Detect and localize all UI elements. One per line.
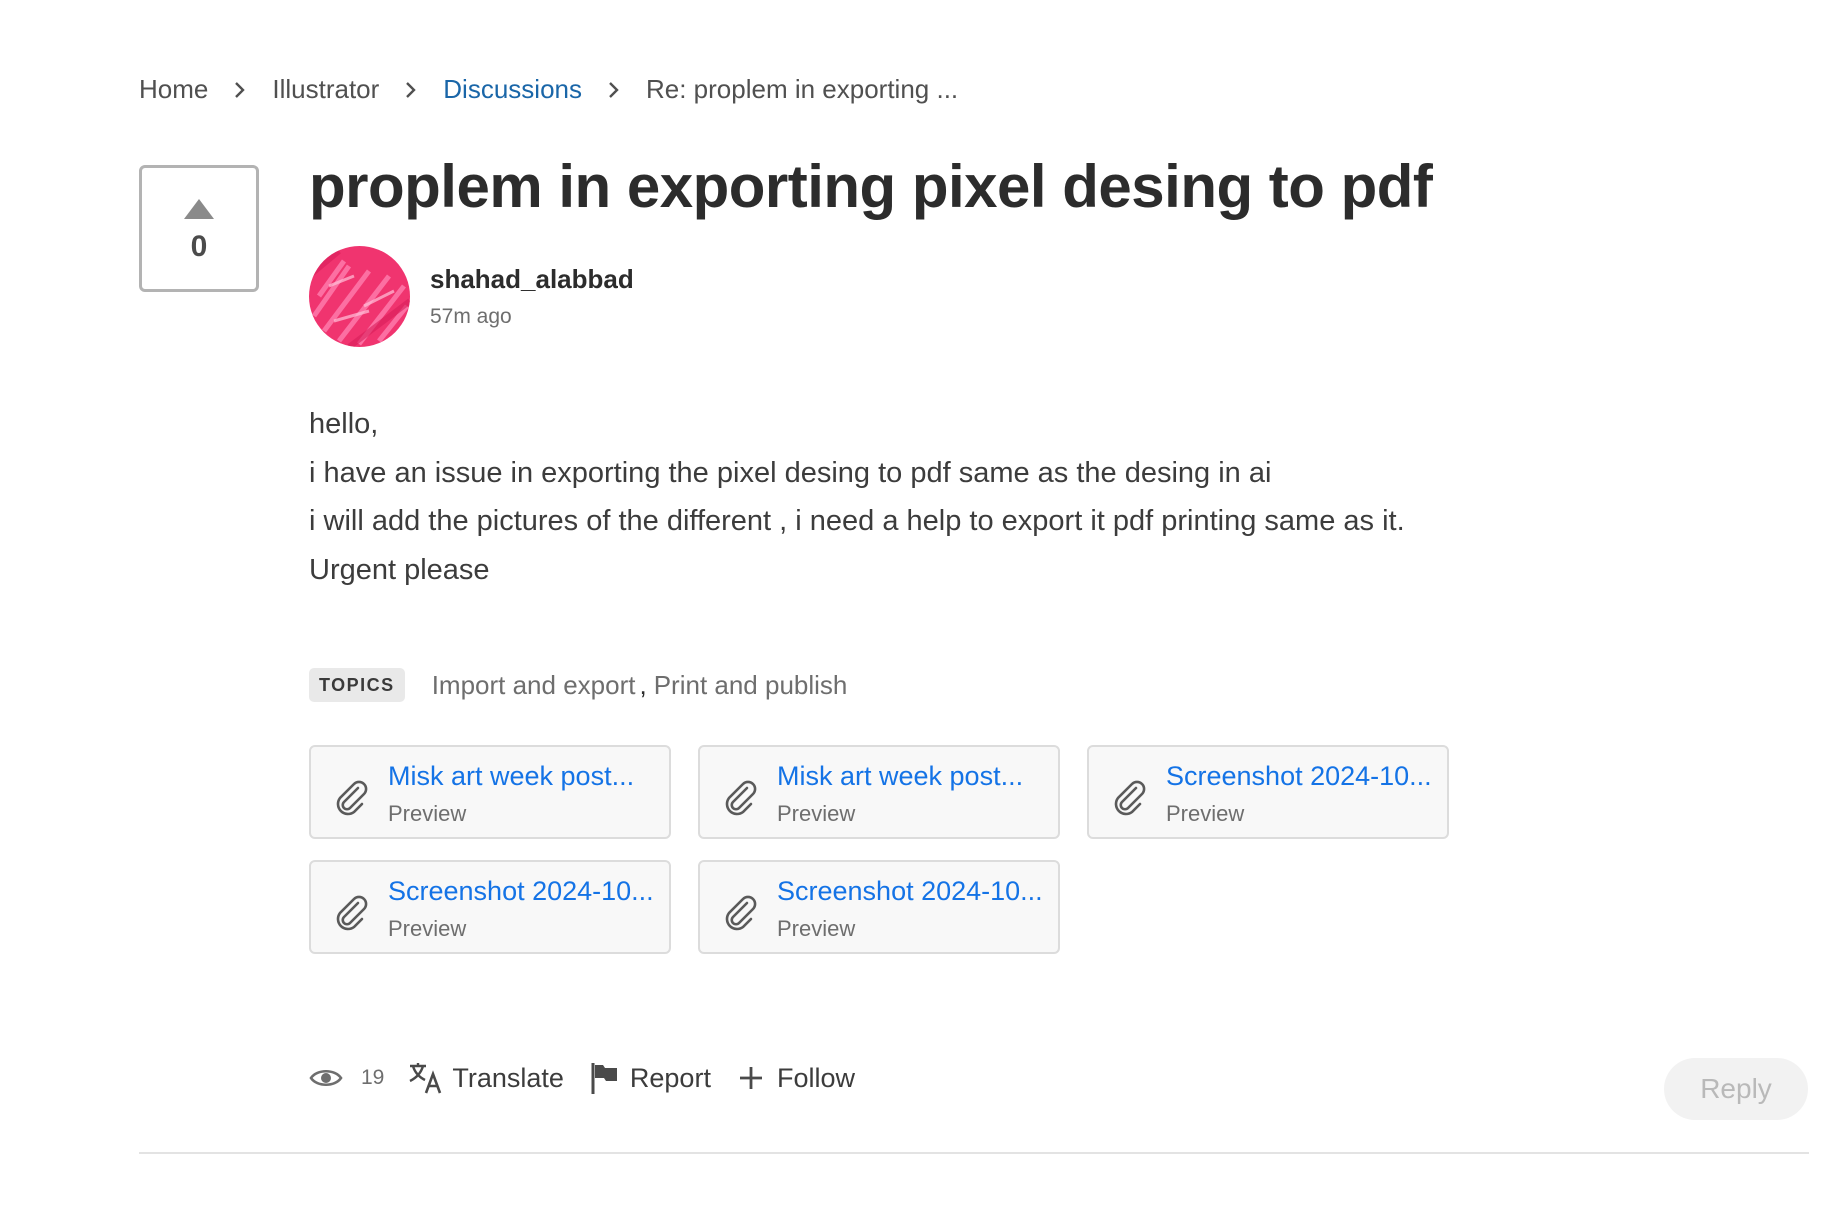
paperclip-icon: [336, 895, 368, 931]
report-button[interactable]: Report: [586, 1060, 711, 1096]
divider: [139, 1152, 1809, 1154]
breadcrumb-illustrator[interactable]: Illustrator: [272, 74, 379, 105]
breadcrumb-home[interactable]: Home: [139, 74, 208, 105]
attachment-name[interactable]: Misk art week post...: [777, 761, 1023, 792]
attachment-card[interactable]: Screenshot 2024-10... Preview: [698, 860, 1060, 954]
topic-link-import-export[interactable]: Import and export: [432, 670, 636, 701]
attachment-card[interactable]: Screenshot 2024-10... Preview: [309, 860, 671, 954]
attachment-preview[interactable]: Preview: [777, 916, 855, 942]
post-actions: 19 Translate Report Follow: [309, 1060, 877, 1096]
paperclip-icon: [725, 780, 757, 816]
topic-link-print-publish[interactable]: Print and publish: [654, 670, 848, 701]
body-line: i have an issue in exporting the pixel d…: [309, 456, 1272, 489]
chevron-right-icon: [228, 78, 252, 102]
attachment-name[interactable]: Screenshot 2024-10...: [388, 876, 654, 907]
translate-icon: [408, 1060, 444, 1096]
author-name[interactable]: shahad_alabbad: [430, 264, 634, 295]
breadcrumb: Home Illustrator Discussions Re: proplem…: [139, 74, 958, 105]
paperclip-icon: [336, 780, 368, 816]
translate-label: Translate: [452, 1062, 564, 1093]
follow-label: Follow: [776, 1062, 855, 1093]
chevron-right-icon: [602, 78, 626, 102]
triangle-up-icon: [184, 198, 214, 219]
eye-icon: [309, 1069, 343, 1087]
avatar[interactable]: [309, 246, 410, 347]
paperclip-icon: [1114, 780, 1146, 816]
views: 19: [309, 1066, 408, 1090]
topics-tag: TOPICS: [309, 668, 405, 702]
paperclip-icon: [725, 895, 757, 931]
reply-button[interactable]: Reply: [1664, 1058, 1808, 1120]
topics: TOPICS Import and export , Print and pub…: [309, 668, 847, 702]
report-label: Report: [629, 1062, 711, 1093]
attachment-name[interactable]: Misk art week post...: [388, 761, 634, 792]
topic-separator: ,: [639, 669, 647, 700]
body-line: i will add the pictures of the different…: [309, 505, 1405, 537]
breadcrumb-current: Re: proplem in exporting ...: [646, 74, 959, 104]
chevron-right-icon: [399, 78, 423, 102]
attachment-card[interactable]: Misk art week post... Preview: [698, 745, 1060, 839]
vote-box: 0: [139, 165, 259, 292]
attachment-preview[interactable]: Preview: [388, 916, 466, 942]
post-body: hello, i have an issue in exporting the …: [309, 400, 1405, 594]
attachment-name[interactable]: Screenshot 2024-10...: [777, 876, 1043, 907]
plus-icon: [733, 1060, 769, 1096]
attachment-name[interactable]: Screenshot 2024-10...: [1166, 761, 1432, 792]
attachment-preview[interactable]: Preview: [388, 801, 466, 827]
breadcrumb-discussions[interactable]: Discussions: [443, 74, 582, 105]
vote-count: 0: [190, 229, 208, 263]
attachment-card[interactable]: Screenshot 2024-10... Preview: [1087, 745, 1449, 839]
flag-icon: [586, 1060, 622, 1096]
translate-button[interactable]: Translate: [408, 1060, 564, 1096]
post-timestamp: 57m ago: [430, 305, 512, 328]
attachment-preview[interactable]: Preview: [777, 801, 855, 827]
attachment-card[interactable]: Misk art week post... Preview: [309, 745, 671, 839]
body-line: Urgent please: [309, 553, 490, 586]
follow-button[interactable]: Follow: [733, 1060, 855, 1096]
body-line: hello,: [309, 408, 379, 440]
page-title: proplem in exporting pixel desing to pdf: [309, 153, 1433, 220]
attachment-preview[interactable]: Preview: [1166, 801, 1244, 827]
views-count: 19: [361, 1066, 385, 1089]
upvote-button[interactable]: [182, 196, 216, 222]
